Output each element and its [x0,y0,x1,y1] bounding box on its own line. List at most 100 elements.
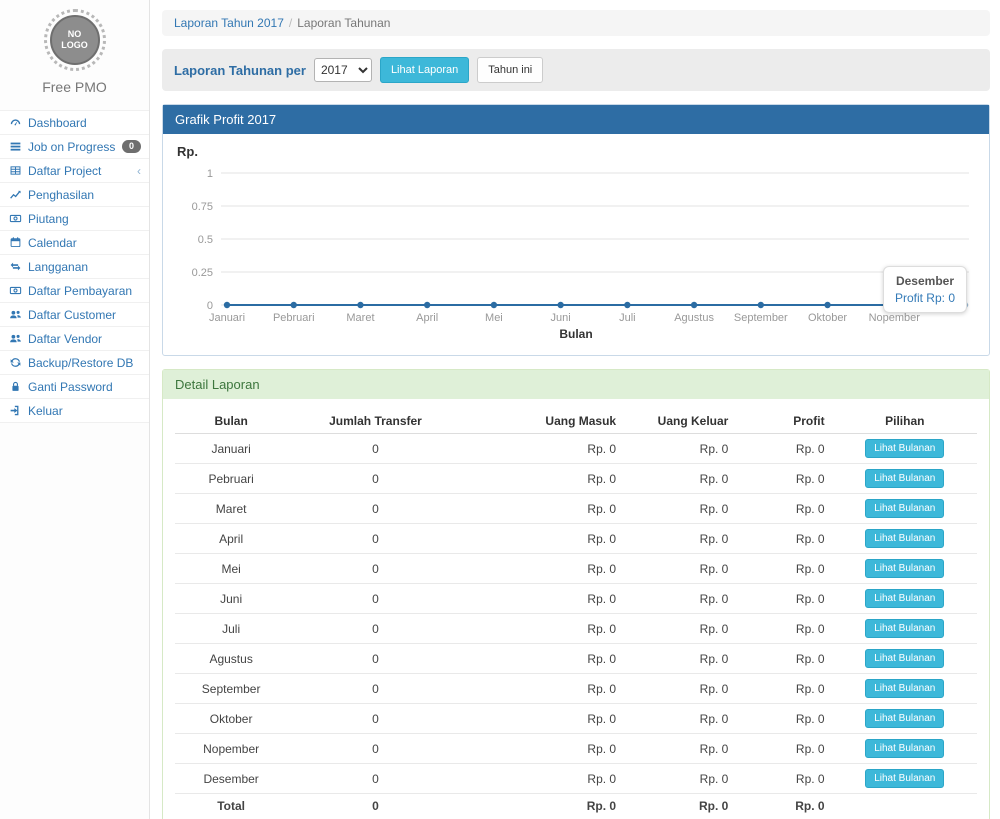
lihat-bulanan-button-oktober[interactable]: Lihat Bulanan [865,709,944,728]
retweet-icon [8,260,22,273]
cell-uang-keluar: Rp. 0 [624,584,736,614]
sidebar-item-daftar-project[interactable]: Daftar Project‹ [0,159,149,183]
sidebar-item-piutang[interactable]: Piutang [0,207,149,231]
count-badge: 0 [122,140,141,153]
cell-bulan: Maret [175,494,287,524]
table-row-juni: Juni0Rp. 0Rp. 0Rp. 0Lihat Bulanan [175,584,977,614]
y-axis-label: Rp. [177,144,977,159]
cell-bulan: Januari [175,434,287,464]
chart-point-januari[interactable] [224,302,230,308]
chart-point-pebruari[interactable] [291,302,297,308]
cell-pilihan: Lihat Bulanan [833,734,977,764]
lihat-bulanan-button-juni[interactable]: Lihat Bulanan [865,589,944,608]
year-select[interactable]: 2017 [314,58,372,82]
sidebar-item-label: Backup/Restore DB [28,356,133,370]
chart-tooltip: Desember Profit Rp: 0 [883,266,967,313]
sidebar-item-label: Job on Progress [28,140,115,154]
sidebar-item-label: Langganan [28,260,88,274]
list-icon [8,140,22,153]
cell-jumlah-transfer: 0 [287,524,463,554]
tahun-ini-button[interactable]: Tahun ini [477,57,543,83]
lihat-bulanan-button-desember[interactable]: Lihat Bulanan [865,769,944,788]
sidebar-item-penghasilan[interactable]: Penghasilan [0,183,149,207]
lihat-bulanan-button-agustus[interactable]: Lihat Bulanan [865,649,944,668]
cell-pilihan: Lihat Bulanan [833,764,977,794]
calendar-icon [8,236,22,249]
cell-uang-keluar: Rp. 0 [624,674,736,704]
lihat-bulanan-button-pebruari[interactable]: Lihat Bulanan [865,469,944,488]
detail-laporan-panel: Detail Laporan BulanJumlah TransferUang … [162,369,990,819]
cell-profit: Rp. 0 [736,434,832,464]
cell-jumlah-transfer: 0 [287,434,463,464]
column-header-uang-masuk: Uang Masuk [464,409,624,434]
sidebar-item-ganti-password[interactable]: Ganti Password [0,375,149,399]
sidebar-item-label: Keluar [28,404,63,418]
cell-bulan: Juni [175,584,287,614]
cell-uang-masuk: Rp. 0 [464,584,624,614]
app-window: NO LOGO Free PMO DashboardJob on Progres… [0,0,1000,819]
profit-chart-panel: Grafik Profit 2017 Rp. 10.750.50.250Janu… [162,104,990,356]
sidebar-item-dashboard[interactable]: Dashboard [0,111,149,135]
sidebar-item-backup-restore-db[interactable]: Backup/Restore DB [0,351,149,375]
chart-point-maret[interactable] [357,302,363,308]
cell-pilihan: Lihat Bulanan [833,584,977,614]
table-row-desember: Desember0Rp. 0Rp. 0Rp. 0Lihat Bulanan [175,764,977,794]
money-icon [8,212,22,225]
table-row-januari: Januari0Rp. 0Rp. 0Rp. 0Lihat Bulanan [175,434,977,464]
table-icon [8,164,22,177]
cell-profit: Rp. 0 [736,494,832,524]
chart-point-juni[interactable] [557,302,563,308]
table-row-juli: Juli0Rp. 0Rp. 0Rp. 0Lihat Bulanan [175,614,977,644]
filter-label: Laporan Tahunan per [174,63,306,78]
detail-panel-title: Detail Laporan [163,370,989,399]
sidebar-menu: Dashboard Job on Progress 0 Daftar Project‹… [0,110,149,423]
table-header-row: BulanJumlah TransferUang MasukUang Kelua… [175,409,977,434]
breadcrumb: Laporan Tahun 2017/Laporan Tahunan [162,10,990,36]
profit-line-chart: 10.750.50.250JanuariPebruariMaretAprilMe… [175,159,977,325]
total-jumlah-transfer: 0 [287,794,463,819]
users-icon [8,308,22,321]
sidebar-item-daftar-customer[interactable]: Daftar Customer [0,303,149,327]
dashboard-icon [8,116,22,129]
logo-area: NO LOGO Free PMO [0,0,149,101]
total-label: Total [175,794,287,819]
cell-pilihan: Lihat Bulanan [833,674,977,704]
cell-uang-masuk: Rp. 0 [464,734,624,764]
y-tick-label: 0.5 [198,234,213,246]
chart-point-september[interactable] [758,302,764,308]
sidebar-item-label: Daftar Vendor [28,332,102,346]
lihat-bulanan-button-januari[interactable]: Lihat Bulanan [865,439,944,458]
detail-panel-body: BulanJumlah TransferUang MasukUang Kelua… [163,399,989,819]
lihat-bulanan-button-juli[interactable]: Lihat Bulanan [865,619,944,638]
cell-jumlah-transfer: 0 [287,614,463,644]
total-pilihan-empty [833,794,977,819]
chart-panel-title: Grafik Profit 2017 [163,105,989,134]
sidebar-item-job-on-progress[interactable]: Job on Progress 0 [0,135,149,159]
lihat-bulanan-button-april[interactable]: Lihat Bulanan [865,529,944,548]
cell-uang-keluar: Rp. 0 [624,554,736,584]
sidebar-item-keluar[interactable]: Keluar [0,399,149,423]
cell-uang-keluar: Rp. 0 [624,644,736,674]
lihat-bulanan-button-nopember[interactable]: Lihat Bulanan [865,739,944,758]
sidebar-item-daftar-pembayaran[interactable]: Daftar Pembayaran [0,279,149,303]
sidebar-item-daftar-vendor[interactable]: Daftar Vendor [0,327,149,351]
sidebar-item-calendar[interactable]: Calendar [0,231,149,255]
lihat-laporan-button[interactable]: Lihat Laporan [380,57,469,83]
detail-laporan-table: BulanJumlah TransferUang MasukUang Kelua… [175,409,977,818]
cell-bulan: Juli [175,614,287,644]
lihat-bulanan-button-september[interactable]: Lihat Bulanan [865,679,944,698]
cell-profit: Rp. 0 [736,764,832,794]
chart-point-april[interactable] [424,302,430,308]
chart-point-oktober[interactable] [824,302,830,308]
cell-jumlah-transfer: 0 [287,734,463,764]
sidebar-item-langganan[interactable]: Langganan [0,255,149,279]
lihat-bulanan-button-mei[interactable]: Lihat Bulanan [865,559,944,578]
breadcrumb-link-laporan-tahun[interactable]: Laporan Tahun 2017 [174,16,284,30]
chart-point-mei[interactable] [491,302,497,308]
lihat-bulanan-button-maret[interactable]: Lihat Bulanan [865,499,944,518]
cell-bulan: September [175,674,287,704]
year-filter-panel: Laporan Tahunan per 2017 Lihat Laporan T… [162,49,990,91]
chart-point-agustus[interactable] [691,302,697,308]
chart-point-juli[interactable] [624,302,630,308]
table-total-row: Total0Rp. 0Rp. 0Rp. 0 [175,794,977,819]
